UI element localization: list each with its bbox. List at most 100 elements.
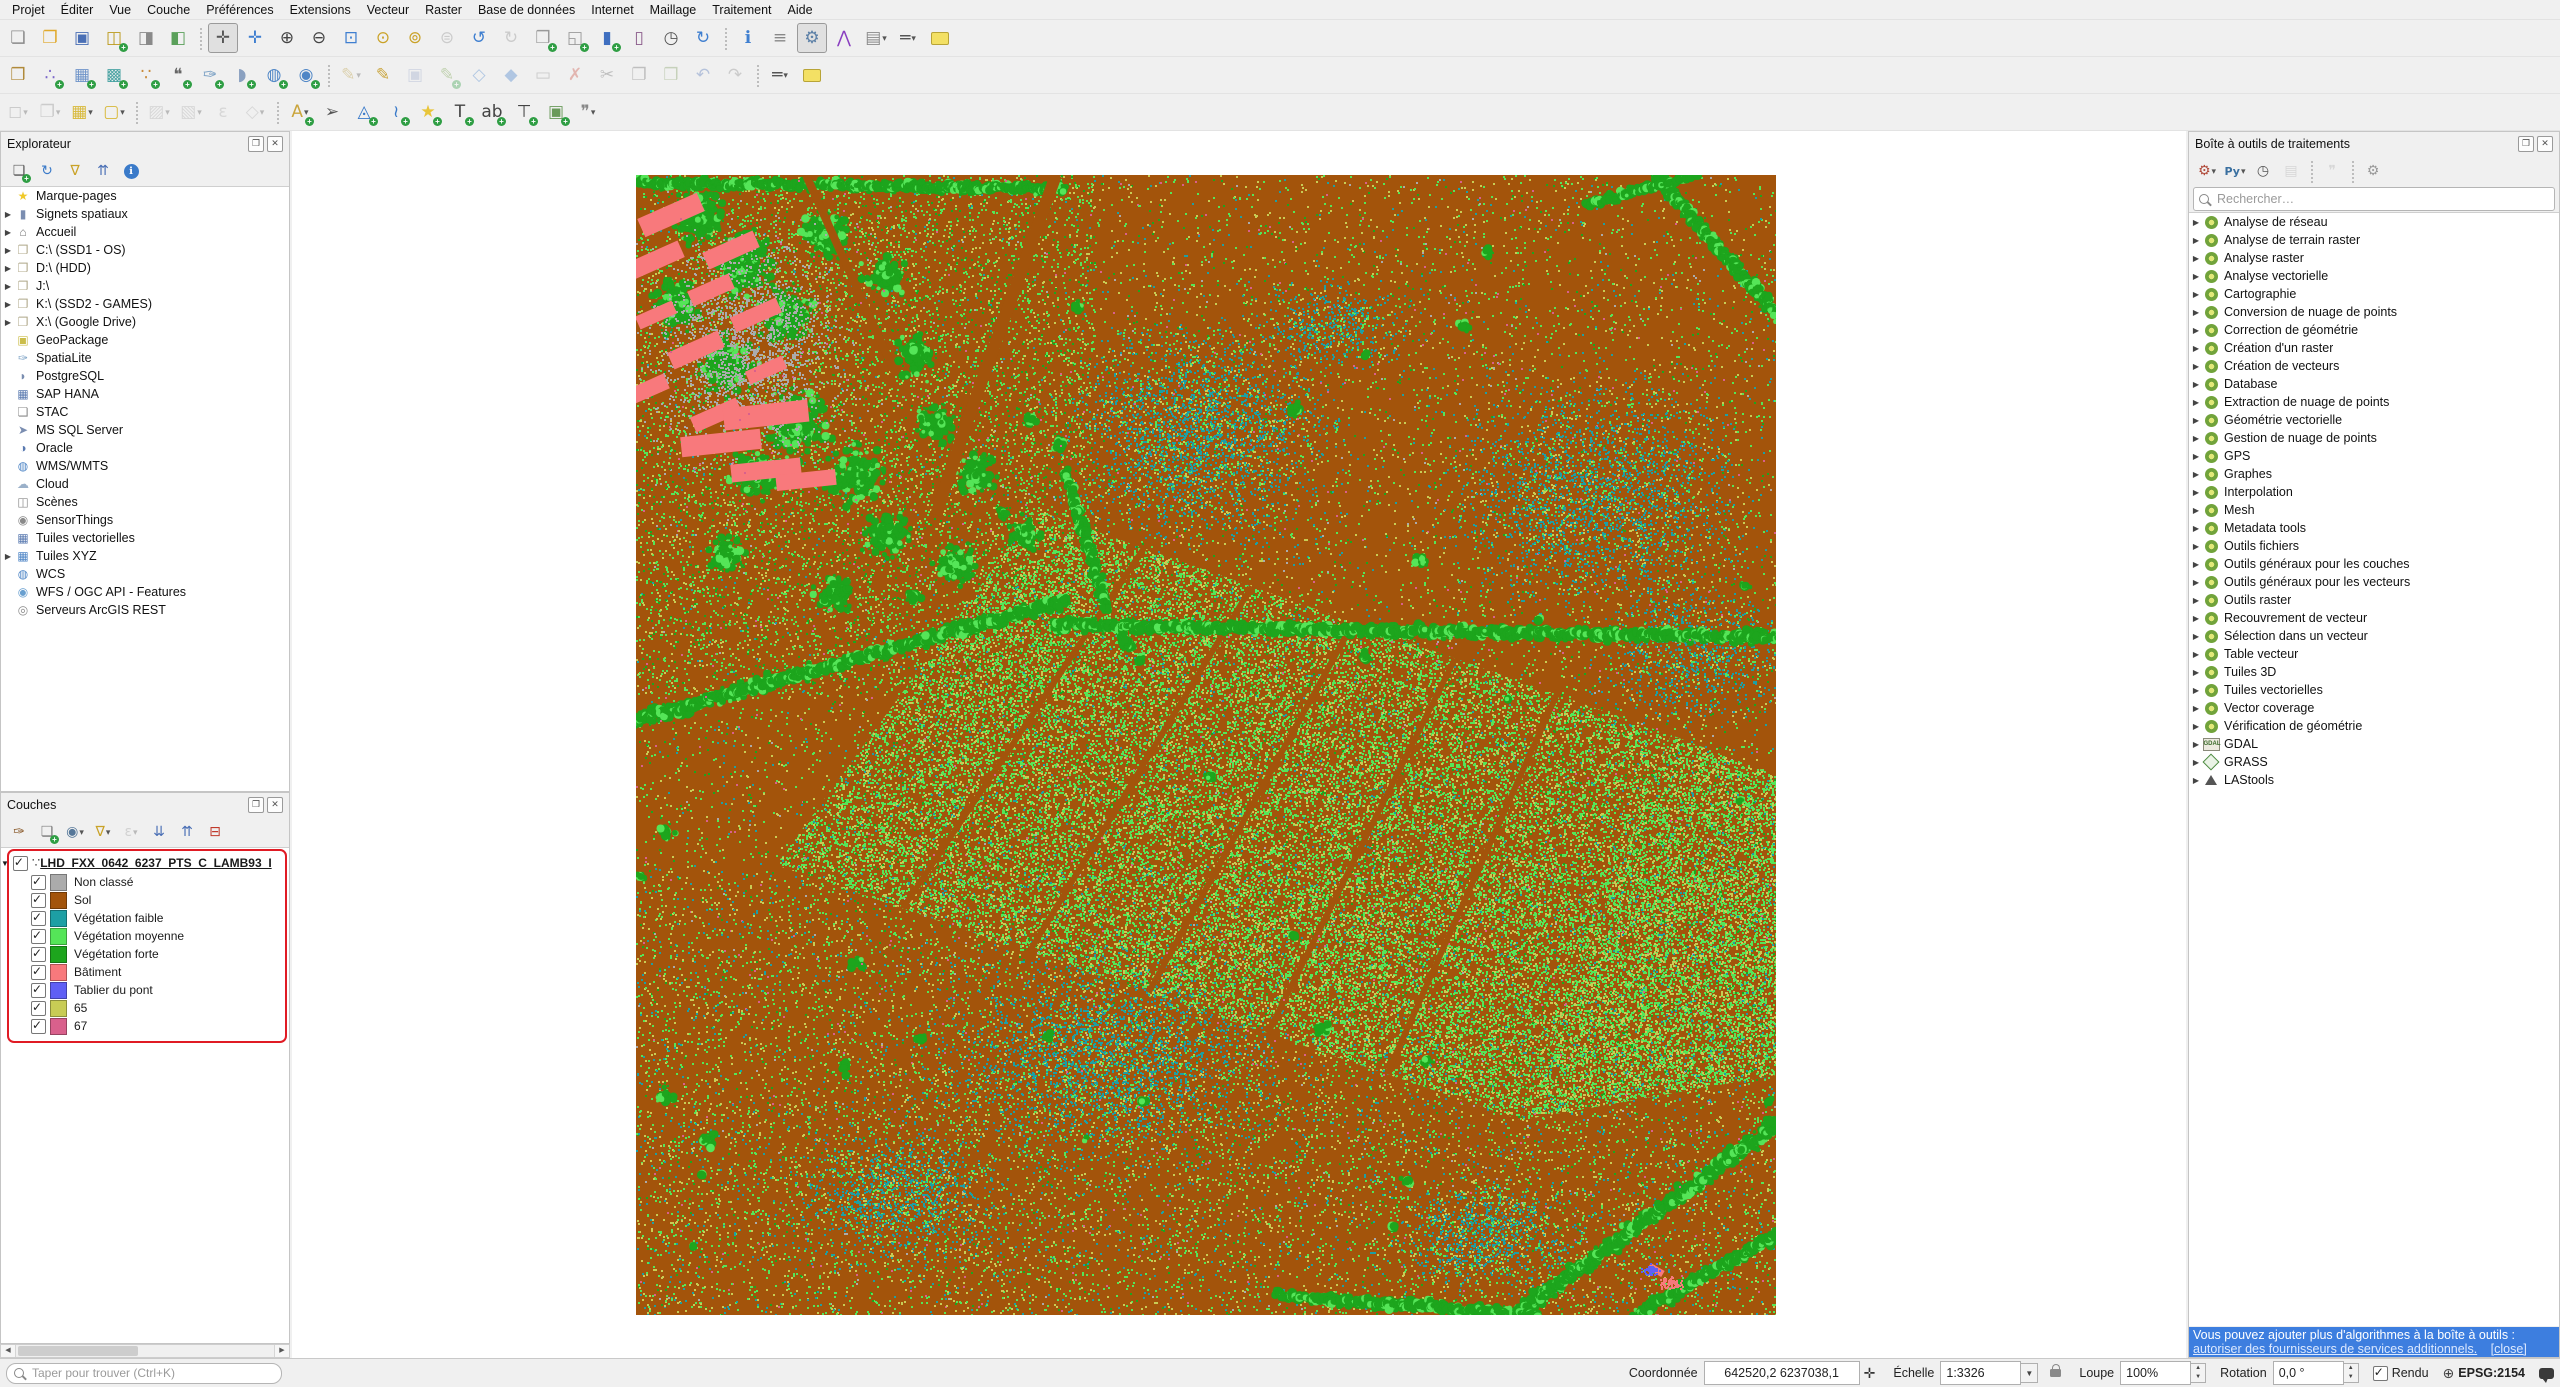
toolbox-group-vector-coverage[interactable]: ▶Vector coverage	[2189, 699, 2559, 717]
class-color-swatch[interactable]	[50, 982, 67, 999]
expand-arrow-icon[interactable]: ▶	[1, 228, 15, 237]
dropdown-caret-icon[interactable]: ▾	[2241, 166, 2246, 177]
close-panel-icon[interactable]: ✕	[2537, 136, 2553, 152]
dropdown-caret-icon[interactable]: ▾	[79, 827, 84, 838]
toolbox-group-outils-generaux-pour-les-vecteurs[interactable]: ▶Outils généraux pour les vecteurs	[2189, 573, 2559, 591]
toolbox-group-analyse-de-reseau[interactable]: ▶Analyse de réseau	[2189, 213, 2559, 231]
dropdown-caret-icon[interactable]: ▾	[197, 107, 202, 118]
rotation-spinner[interactable]: ▲▼	[2344, 1363, 2359, 1383]
expand-arrow-icon[interactable]: ▶	[2189, 470, 2203, 479]
layout-manager-icon[interactable]: ◨	[131, 23, 161, 53]
menu-internet[interactable]: Internet	[583, 1, 641, 19]
map-canvas[interactable]	[292, 131, 2186, 1358]
manage-map-themes-icon[interactable]: ◉▾	[62, 819, 88, 845]
class-color-swatch[interactable]	[50, 928, 67, 945]
expand-arrow-icon[interactable]: ▶	[2189, 578, 2203, 587]
browser-item-c-ssd1-os[interactable]: ▶❐C:\ (SSD1 - OS)	[1, 241, 289, 259]
create-html-annotation-icon[interactable]: ab+	[477, 97, 507, 127]
close-panel-icon[interactable]: ✕	[267, 136, 283, 152]
zoom-in-icon[interactable]: ⊕	[272, 23, 302, 53]
class-color-swatch[interactable]	[50, 964, 67, 981]
refresh-browser-icon[interactable]: ↻	[34, 158, 60, 184]
browser-item-spatialite[interactable]: ✑SpatiaLite	[1, 349, 289, 367]
render-checkbox[interactable]	[2373, 1366, 2388, 1381]
models-icon[interactable]: ⚙▾	[2194, 158, 2220, 184]
toolbox-group-tuiles-vectorielles[interactable]: ▶Tuiles vectorielles	[2189, 681, 2559, 699]
browser-item-sap-hana[interactable]: ▦SAP HANA	[1, 385, 289, 403]
options-icon[interactable]: ⚙	[2360, 158, 2386, 184]
elevation-profile-icon[interactable]: ⋀	[829, 23, 859, 53]
class-color-swatch[interactable]	[50, 1000, 67, 1017]
menu-couche[interactable]: Couche	[139, 1, 198, 19]
expand-arrow-icon[interactable]: ▶	[2189, 776, 2203, 785]
enable-providers-link[interactable]: autoriser des fournisseurs de services a…	[2193, 1342, 2477, 1356]
browser-item-geopackage[interactable]: ▣GeoPackage	[1, 331, 289, 349]
add-mesh-layer-icon[interactable]: ▩+	[99, 60, 129, 90]
zoom-to-selection-icon[interactable]: ⊙	[368, 23, 398, 53]
menu-editer[interactable]: Éditer	[53, 1, 102, 19]
browser-item-tuiles-xyz[interactable]: ▶▦Tuiles XYZ	[1, 547, 289, 565]
menu-aide[interactable]: Aide	[780, 1, 821, 19]
class-checkbox[interactable]	[31, 1001, 46, 1016]
browser-item-d-hdd[interactable]: ▶❐D:\ (HDD)	[1, 259, 289, 277]
coordinate-input[interactable]	[1704, 1361, 1860, 1385]
class-color-swatch[interactable]	[50, 1018, 67, 1035]
spatial-bookmarks-icon[interactable]: ▮+	[592, 23, 622, 53]
toolbox-group-extraction-de-nuage-de-points[interactable]: ▶Extraction de nuage de points	[2189, 393, 2559, 411]
browser-item-j[interactable]: ▶❐J:\	[1, 277, 289, 295]
expand-arrow-icon[interactable]: ▶	[2189, 740, 2203, 749]
toolbox-provider-lastools[interactable]: ▶LAStools	[2189, 771, 2559, 789]
menu-raster[interactable]: Raster	[417, 1, 470, 19]
remove-layer-icon[interactable]: ⊟	[202, 819, 228, 845]
legend-class-vegetation-moyenne[interactable]: Végétation moyenne	[1, 927, 289, 945]
class-checkbox[interactable]	[31, 929, 46, 944]
expand-arrow-icon[interactable]: ▶	[2189, 416, 2203, 425]
dropdown-caret-icon[interactable]: ▾	[911, 33, 916, 44]
toolbox-group-cartographie[interactable]: ▶Cartographie	[2189, 285, 2559, 303]
style-manager-icon[interactable]: ◧	[163, 23, 193, 53]
add-raster-layer-icon[interactable]: ▦+	[67, 60, 97, 90]
create-image-annotation-icon[interactable]: ▣+	[541, 97, 571, 127]
create-marker-annotation-icon[interactable]: ★+	[413, 97, 443, 127]
expand-arrow-icon[interactable]: ▶	[2189, 758, 2203, 767]
zoom-last-icon[interactable]: ↺	[464, 23, 494, 53]
pan-map-icon[interactable]: ✛	[208, 23, 238, 53]
toolbox-group-interpolation[interactable]: ▶Interpolation	[2189, 483, 2559, 501]
layers-hscrollbar[interactable]: ◀ ▶	[0, 1344, 290, 1358]
class-checkbox[interactable]	[31, 965, 46, 980]
menu-vecteur[interactable]: Vecteur	[359, 1, 417, 19]
class-color-swatch[interactable]	[50, 910, 67, 927]
float-panel-icon[interactable]: ❐	[248, 797, 264, 813]
toggle-extents-icon[interactable]: ✛	[1864, 1365, 1876, 1382]
browser-item-wms-wmts[interactable]: ◍WMS/WMTS	[1, 457, 289, 475]
add-point-cloud-layer-icon[interactable]: ∵+	[131, 60, 161, 90]
expand-arrow-icon[interactable]: ▶	[2189, 452, 2203, 461]
menu-traitement[interactable]: Traitement	[704, 1, 779, 19]
expand-arrow-icon[interactable]: ▶	[2189, 650, 2203, 659]
expand-arrow-icon[interactable]: ▶	[1, 210, 15, 219]
refresh-map-icon[interactable]: ↻	[688, 23, 718, 53]
toolbox-group-gps[interactable]: ▶GPS	[2189, 447, 2559, 465]
class-color-swatch[interactable]	[50, 874, 67, 891]
browser-item-serveurs-arcgis-rest[interactable]: ◎Serveurs ArcGIS REST	[1, 601, 289, 619]
locator-input[interactable]	[30, 1365, 274, 1381]
rotation-input[interactable]	[2273, 1361, 2344, 1385]
new-print-layout-icon[interactable]: ◫+	[99, 23, 129, 53]
browser-item-wcs[interactable]: ◍WCS	[1, 565, 289, 583]
dropdown-caret-icon[interactable]: ▾	[356, 70, 361, 81]
filter-browser-icon[interactable]: ∇	[62, 158, 88, 184]
browser-item-ms-sql-server[interactable]: ➤MS SQL Server	[1, 421, 289, 439]
create-polygon-annotation-icon[interactable]: ◬+	[349, 97, 379, 127]
legend-class-67[interactable]: 67	[1, 1017, 289, 1035]
expand-arrow-icon[interactable]: ▶	[1, 300, 15, 309]
expand-arrow-icon[interactable]: ▶	[2189, 488, 2203, 497]
dropdown-caret-icon[interactable]: ▾	[165, 107, 170, 118]
legend-class-vegetation-faible[interactable]: Végétation faible	[1, 909, 289, 927]
legend-class-batiment[interactable]: Bâtiment	[1, 963, 289, 981]
browser-item-signets-spatiaux[interactable]: ▶▮Signets spatiaux	[1, 205, 289, 223]
toolbox-provider-gdal[interactable]: ▶GDALGDAL	[2189, 735, 2559, 753]
toolbox-search-input[interactable]	[2215, 191, 2549, 207]
zoom-full-icon[interactable]: ⊡	[336, 23, 366, 53]
expand-arrow-icon[interactable]: ▶	[1, 318, 15, 327]
toolbox-group-analyse-raster[interactable]: ▶Analyse raster	[2189, 249, 2559, 267]
